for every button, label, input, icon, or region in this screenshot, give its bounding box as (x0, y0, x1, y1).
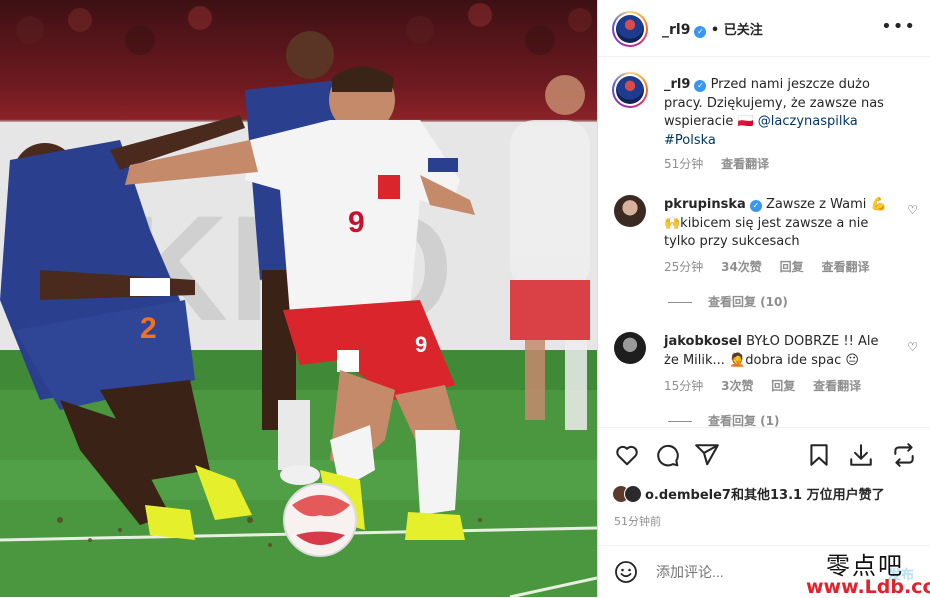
reply-link[interactable]: 回复 (771, 379, 795, 393)
author-username[interactable]: _rl9 (662, 22, 690, 38)
comment-translate-link[interactable]: 查看翻译 (821, 260, 869, 274)
bookmark-icon[interactable] (806, 442, 832, 468)
view-replies-label: 查看回复 (10) (708, 295, 788, 309)
view-replies-link[interactable]: 查看回复 (10) (668, 293, 788, 310)
comment-line-3: tylko przy sukcesach (664, 234, 800, 249)
comment-text: pkrupinska ✓ Zawsze z Wami 💪 🙌kibicem się… (664, 196, 894, 252)
comment-translate-link[interactable]: 查看翻译 (813, 379, 861, 393)
follow-status[interactable]: • 已关注 (711, 23, 763, 38)
football-scene-illustration: KRO 2 (0, 3, 597, 597)
hashtag-link[interactable]: #Polska (664, 133, 716, 148)
mention-link[interactable]: @laczynaspilka (758, 114, 858, 129)
likes-text: o.dembele7和其他13.1 万位用户赞了 (645, 488, 885, 503)
comment-time: 15分钟 (664, 379, 704, 393)
comment-likes[interactable]: 3次赞 (721, 379, 753, 393)
caption-line-3: wspieracie 🇵🇱 (664, 114, 758, 129)
comment-icon[interactable] (654, 442, 680, 468)
comment-username[interactable]: jakobkosel (664, 334, 742, 349)
caption-line-2: pracy. Dziękujemy, że zawsze nas (664, 95, 884, 111)
comment-time: 25分钟 (664, 260, 704, 274)
verified-badge-icon: ✓ (749, 200, 762, 212)
comment-meta: 15分钟 3次赞 回复 查看翻译 (664, 377, 875, 394)
repost-icon[interactable] (891, 442, 917, 468)
view-replies-label: 查看回复 (1) (708, 414, 780, 427)
comment-likes[interactable]: 34次赞 (721, 260, 762, 274)
post-timestamp: 51分钟前 (614, 515, 661, 528)
verified-badge-icon: ✓ (694, 80, 707, 92)
caption-username[interactable]: _rl9 (664, 77, 690, 92)
comment-line-2: że Milik... 🤦dobra ide spac 😐 (664, 352, 859, 368)
comment-text: jakobkosel BYŁO DOBRZE !! Ale że Milik..… (664, 333, 894, 370)
comment-username[interactable]: pkrupinska (664, 197, 746, 212)
comment-line-1: Zawsze z Wami 💪 (765, 197, 887, 212)
header-user: _rl9 ✓ • 已关注 (662, 19, 763, 38)
comment-like-icon[interactable]: ♡ (907, 340, 918, 354)
verified-badge-icon: ✓ (694, 26, 707, 38)
caption-meta: 51分钟 查看翻译 (664, 155, 783, 172)
comment-like-icon[interactable]: ♡ (907, 203, 918, 217)
liker-avatar (624, 485, 642, 503)
caption-line-1: Przed nami jeszcze dużo (710, 77, 870, 92)
more-dots-icon[interactable]: ••• (881, 16, 916, 37)
action-bar (598, 427, 930, 483)
post-photo[interactable]: KRO 2 (0, 0, 597, 597)
emoji-icon[interactable] (614, 560, 638, 584)
watermark-url: www.Ldb.cc (806, 576, 930, 598)
heart-icon[interactable] (614, 442, 640, 468)
svg-text:9: 9 (348, 206, 365, 239)
reply-link[interactable]: 回复 (780, 260, 804, 274)
commenter-avatar[interactable] (614, 195, 646, 227)
comment-line-1: BYŁO DOBRZE !! Ale (746, 334, 879, 349)
comment-line-2: 🙌kibicem się jest zawsze a nie (664, 215, 869, 231)
post-side-panel: _rl9 ✓ • 已关注 ••• _rl9 ✓ Przed nami jeszcze… (597, 0, 930, 597)
view-replies-link[interactable]: 查看回复 (1) (668, 412, 780, 427)
caption-time: 51分钟 (664, 157, 704, 171)
download-icon[interactable] (848, 442, 874, 468)
share-icon[interactable] (694, 442, 720, 468)
likes-summary[interactable]: o.dembele7和其他13.1 万位用户赞了 (612, 484, 885, 503)
post-header: _rl9 ✓ • 已关注 ••• (598, 0, 930, 57)
author-avatar[interactable] (612, 11, 648, 47)
comment-meta: 25分钟 34次赞 回复 查看翻译 (664, 258, 884, 275)
commenter-avatar[interactable] (614, 332, 646, 364)
comments-list: _rl9 ✓ Przed nami jeszcze dużo pracy. Dzi… (598, 57, 930, 427)
caption-text: _rl9 ✓ Przed nami jeszcze dużo pracy. Dzi… (664, 76, 919, 150)
divider-line (668, 302, 692, 303)
divider-line (668, 421, 692, 422)
caption-translate-link[interactable]: 查看翻译 (721, 157, 769, 171)
svg-text:9: 9 (415, 332, 427, 357)
svg-text:2: 2 (140, 312, 157, 345)
caption-avatar[interactable] (612, 72, 648, 108)
